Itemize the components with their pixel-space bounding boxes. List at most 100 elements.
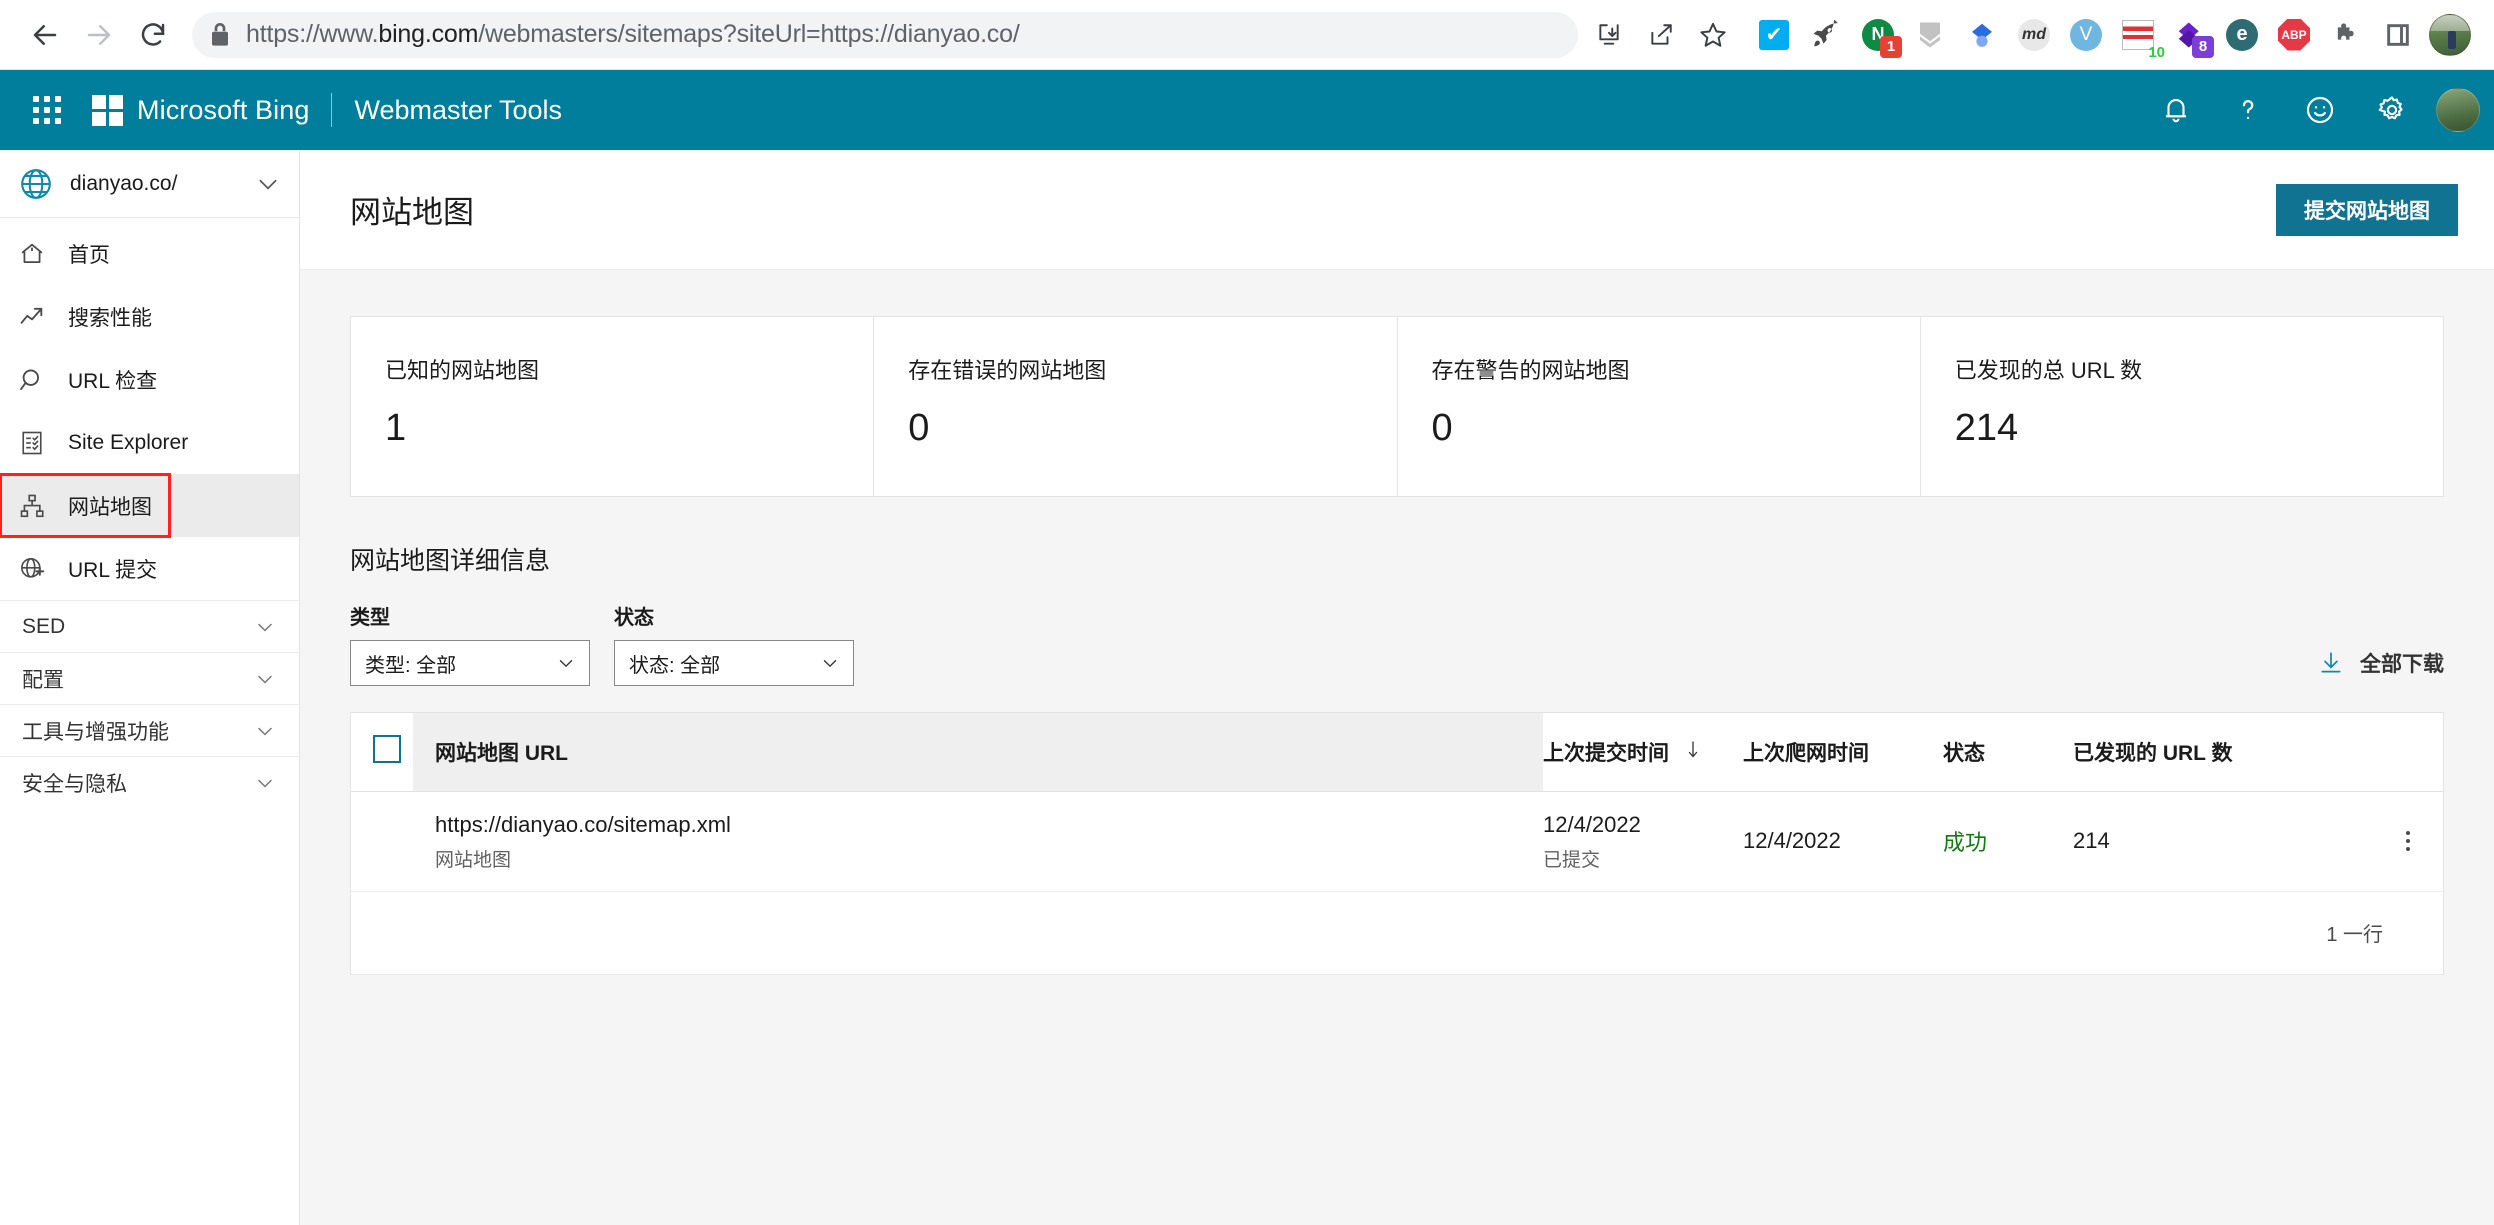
back-arrow-icon (30, 20, 60, 50)
sort-descending-arrow (1685, 742, 1701, 765)
microsoft-squares-icon (92, 95, 123, 126)
filter-row: 类型 类型: 全部 状态 状态: 全部 (350, 601, 2444, 686)
forward-button[interactable] (72, 8, 126, 62)
markdown-extension[interactable]: md (2008, 9, 2060, 61)
column-header-count[interactable]: 已发现的 URL 数 (2073, 713, 2373, 791)
vimium-extension[interactable]: V (2060, 9, 2112, 61)
purple-diamond-extension[interactable]: 8 (2164, 9, 2216, 61)
stat-card-warning-sitemaps: 存在警告的网站地图 0 (1398, 317, 1921, 496)
sitemap-type: 网站地图 (435, 845, 1543, 872)
sidebar-group-sed[interactable]: SED (0, 600, 299, 652)
type-filter-select[interactable]: 类型: 全部 (350, 640, 590, 686)
adblock-plus-extension[interactable]: ABP (2268, 9, 2320, 61)
todoist-check-extension[interactable]: ✔ (1748, 9, 1800, 61)
crawled-date: 12/4/2022 (1743, 826, 1943, 856)
chevron-down-icon (253, 615, 277, 639)
side-panel-button[interactable] (2372, 9, 2424, 61)
bookmark-button[interactable] (1688, 10, 1738, 60)
extension-icons: ✔ N 1 md V 10 8 e (1748, 9, 2476, 61)
sidebar-item-label: 网站地图 (68, 491, 152, 521)
reload-button[interactable] (126, 8, 180, 62)
settings-button[interactable] (2356, 74, 2428, 146)
page-title: 网站地图 (350, 187, 474, 232)
stat-card-total-urls: 已发现的总 URL 数 214 (1921, 317, 2443, 496)
app-launcher-icon (33, 96, 61, 124)
sidebar-item-label: 搜索性能 (68, 302, 152, 332)
evernote-extension[interactable]: e (2216, 9, 2268, 61)
settings-gear-icon (2376, 94, 2408, 126)
share-button[interactable] (1636, 10, 1686, 60)
main-content: 网站地图 提交网站地图 已知的网站地图 1 存在错误的网站地图 0 存在警告的网… (300, 150, 2494, 1225)
forward-arrow-icon (84, 20, 114, 50)
stat-label: 存在警告的网站地图 (1432, 353, 1886, 385)
site-picker[interactable]: dianyao.co/ (0, 150, 299, 218)
sidebar-item-search-performance[interactable]: 搜索性能 (0, 285, 299, 348)
back-button[interactable] (18, 8, 72, 62)
column-header-crawled[interactable]: 上次爬网时间 (1743, 713, 1943, 791)
stat-cards: 已知的网站地图 1 存在错误的网站地图 0 存在警告的网站地图 0 已发现的总 … (350, 316, 2444, 497)
profile-button[interactable] (2424, 9, 2476, 61)
feedback-button[interactable] (2284, 74, 2356, 146)
sidebar: dianyao.co/ 首页 搜索性能 (0, 150, 300, 1225)
column-header-url[interactable]: 网站地图 URL (413, 713, 1543, 791)
column-header-status[interactable]: 状态 (1943, 713, 2073, 791)
rocket-extension[interactable] (1800, 9, 1852, 61)
select-all-checkbox[interactable] (373, 735, 401, 763)
header-divider (331, 93, 332, 127)
mailtrack-icon (1917, 20, 1943, 50)
chevron-down-icon (819, 652, 841, 674)
select-value: 状态: 全部 (629, 649, 720, 678)
help-button[interactable] (2212, 74, 2284, 146)
browser-toolbar: https://www.bing.com/webmasters/sitemaps… (0, 0, 2494, 70)
discovered-url-count: 214 (2073, 828, 2110, 853)
submitted-date: 12/4/2022 (1543, 810, 1743, 840)
kebab-menu-icon[interactable] (2373, 831, 2443, 851)
download-all-label: 全部下载 (2360, 648, 2444, 678)
puzzle-extensions-icon[interactable] (2320, 9, 2372, 61)
sidebar-group-label: 安全与隐私 (22, 768, 127, 798)
download-all-button[interactable]: 全部下载 (2318, 648, 2444, 678)
chevron-down-icon (253, 719, 277, 743)
cell-status: 成功 (1943, 791, 2073, 891)
sidebar-item-url-submission[interactable]: URL 提交 (0, 537, 299, 600)
search-magnifier-icon (18, 366, 58, 394)
row-count-label: 1 一行 (2326, 918, 2383, 947)
column-header-submitted[interactable]: 上次提交时间 (1543, 713, 1743, 791)
app-launcher-button[interactable] (20, 83, 74, 137)
chevron-down-icon (253, 667, 277, 691)
user-avatar[interactable] (2436, 88, 2480, 132)
column-label: 已发现的 URL 数 (2073, 742, 2232, 765)
extension-badge-count: 8 (2192, 36, 2214, 58)
chevron-down-icon[interactable] (255, 171, 281, 197)
stat-card-known-sitemaps: 已知的网站地图 1 (351, 317, 874, 496)
sidebar-group-security[interactable]: 安全与隐私 (0, 756, 299, 808)
submit-sitemap-button[interactable]: 提交网站地图 (2276, 184, 2458, 236)
notifications-button[interactable] (2140, 74, 2212, 146)
submitted-state: 已提交 (1543, 845, 1743, 872)
status-filter-select[interactable]: 状态: 全部 (614, 640, 854, 686)
microsoft-bing-logo[interactable]: Microsoft Bing (92, 95, 309, 126)
sitemap-url[interactable]: https://dianyao.co/sitemap.xml (435, 810, 1543, 840)
install-app-button[interactable] (1584, 10, 1634, 60)
sidebar-group-tools[interactable]: 工具与增强功能 (0, 704, 299, 756)
onenote-clipper-extension[interactable]: N 1 (1852, 9, 1904, 61)
table-row[interactable]: https://dianyao.co/sitemap.xml 网站地图 12/4… (351, 791, 2443, 891)
trend-up-icon (18, 303, 58, 331)
filter-status: 状态 状态: 全部 (614, 601, 854, 686)
stat-label: 已发现的总 URL 数 (1955, 353, 2409, 385)
flag-counter-extension[interactable]: 10 (2112, 9, 2164, 61)
home-icon (18, 240, 58, 268)
sidebar-item-site-explorer[interactable]: Site Explorer (0, 411, 299, 474)
app-body: dianyao.co/ 首页 搜索性能 (0, 150, 2494, 1225)
address-bar[interactable]: https://www.bing.com/webmasters/sitemaps… (192, 12, 1578, 58)
sidebar-item-url-inspection[interactable]: URL 检查 (0, 348, 299, 411)
header-actions (2140, 74, 2494, 146)
globe-plus-icon (18, 555, 58, 583)
stat-value: 0 (1432, 407, 1886, 450)
sidebar-item-label: 首页 (68, 239, 110, 269)
blue-diamond-extension[interactable] (1956, 9, 2008, 61)
sidebar-item-home[interactable]: 首页 (0, 222, 299, 285)
sidebar-group-configuration[interactable]: 配置 (0, 652, 299, 704)
mailtrack-extension[interactable] (1904, 9, 1956, 61)
sidebar-item-sitemaps[interactable]: 网站地图 (0, 474, 170, 537)
